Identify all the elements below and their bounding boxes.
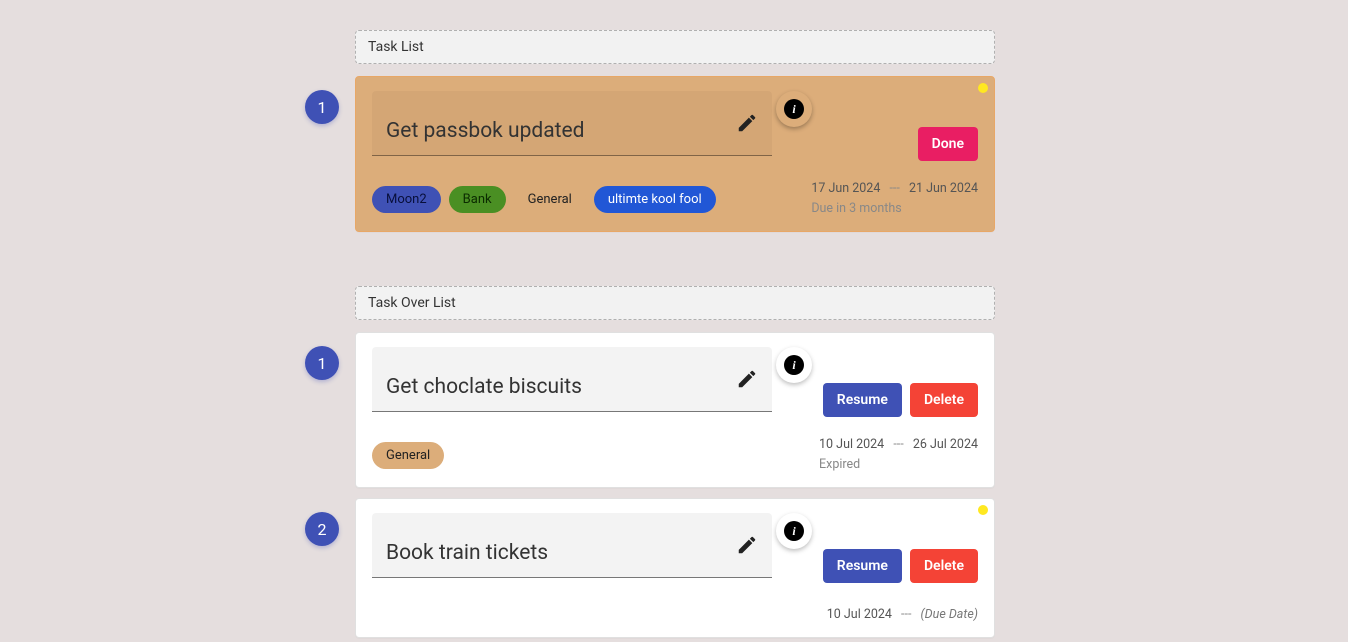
delete-button[interactable]: Delete bbox=[910, 383, 978, 417]
info-icon bbox=[784, 521, 804, 541]
info-button[interactable] bbox=[776, 347, 812, 383]
task-card: Book train tickets Resume Delete 10 Jul … bbox=[355, 498, 995, 638]
edit-icon[interactable] bbox=[736, 534, 758, 556]
delete-button[interactable]: Delete bbox=[910, 549, 978, 583]
task-index-badge: 1 bbox=[305, 346, 339, 380]
date-block: 10 Jul 2024 --- (Due Date) bbox=[827, 605, 978, 625]
task-index-badge: 2 bbox=[305, 512, 339, 546]
resume-button[interactable]: Resume bbox=[823, 383, 902, 417]
start-date: 17 Jun 2024 bbox=[811, 181, 880, 196]
resume-button[interactable]: Resume bbox=[823, 549, 902, 583]
task-over-list-section-header: Task Over List bbox=[355, 286, 995, 320]
tag[interactable]: General bbox=[372, 442, 444, 469]
tag[interactable]: Moon2 bbox=[372, 186, 441, 213]
task-card: Get choclate biscuits Resume Delete Gene… bbox=[355, 332, 995, 488]
info-icon bbox=[784, 355, 804, 375]
due-date: (Due Date) bbox=[921, 607, 978, 622]
due-status: Expired bbox=[819, 455, 978, 475]
date-block: 17 Jun 2024 --- 21 Jun 2024 Due in 3 mon… bbox=[811, 179, 978, 219]
task-row: 2 Book train tickets Resume Delete bbox=[355, 498, 995, 638]
date-separator: --- bbox=[889, 181, 899, 196]
done-button[interactable]: Done bbox=[918, 127, 978, 161]
status-dot bbox=[978, 505, 988, 515]
page-root: Task List 1 Get passbok updated Done bbox=[0, 0, 1348, 642]
task-actions: Resume Delete bbox=[823, 383, 978, 417]
task-card: Get passbok updated Done Moon2 Bank Gene… bbox=[355, 76, 995, 232]
date-block: 10 Jul 2024 --- 26 Jul 2024 Expired bbox=[819, 435, 978, 475]
task-actions: Done bbox=[918, 127, 978, 161]
task-title-field[interactable]: Get choclate biscuits bbox=[372, 347, 772, 412]
tag[interactable]: General bbox=[514, 186, 586, 213]
date-separator: --- bbox=[893, 437, 903, 452]
due-status: Due in 3 months bbox=[811, 199, 978, 219]
task-title-text: Get passbok updated bbox=[386, 119, 585, 143]
task-list-section-header: Task List bbox=[355, 30, 995, 64]
edit-icon[interactable] bbox=[736, 112, 758, 134]
task-index-badge: 1 bbox=[305, 90, 339, 124]
info-icon bbox=[784, 99, 804, 119]
task-title-field[interactable]: Get passbok updated bbox=[372, 91, 772, 156]
task-title-text: Get choclate biscuits bbox=[386, 375, 582, 399]
task-row: 1 Get passbok updated Done Moon2 bbox=[355, 76, 995, 232]
task-row: 1 Get choclate biscuits Resume Delete G bbox=[355, 332, 995, 488]
due-date: 21 Jun 2024 bbox=[909, 181, 978, 196]
start-date: 10 Jul 2024 bbox=[827, 607, 892, 622]
tag[interactable]: Bank bbox=[449, 186, 506, 213]
task-title-text: Book train tickets bbox=[386, 541, 548, 565]
start-date: 10 Jul 2024 bbox=[819, 437, 884, 452]
tag[interactable]: ultimte kool fool bbox=[594, 186, 716, 213]
task-actions: Resume Delete bbox=[823, 549, 978, 583]
info-button[interactable] bbox=[776, 513, 812, 549]
status-dot bbox=[978, 83, 988, 93]
task-title-field[interactable]: Book train tickets bbox=[372, 513, 772, 578]
content-column: Task List 1 Get passbok updated Done bbox=[355, 30, 995, 642]
info-button[interactable] bbox=[776, 91, 812, 127]
date-separator: --- bbox=[901, 607, 911, 622]
due-date: 26 Jul 2024 bbox=[913, 437, 978, 452]
edit-icon[interactable] bbox=[736, 368, 758, 390]
